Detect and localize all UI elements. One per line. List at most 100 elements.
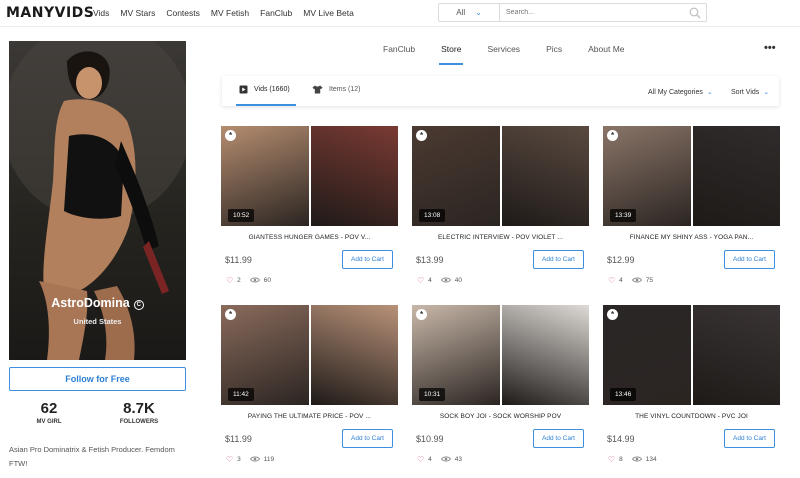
video-thumbnail[interactable]: * 10:52 xyxy=(221,126,398,226)
category-filter-value: All My Categories xyxy=(648,88,703,96)
tab-fanclub[interactable]: FanClub xyxy=(383,44,415,54)
video-card[interactable]: * 11:42 PAYING THE ULTIMATE PRICE - POV … xyxy=(221,305,398,464)
heart-icon[interactable]: ♡ xyxy=(608,276,615,285)
profile-name-text: AstroDomina xyxy=(51,296,130,310)
profile-photo[interactable]: AstroDomina C United States xyxy=(9,41,186,360)
heart-icon[interactable]: ♡ xyxy=(226,276,233,285)
video-card[interactable]: * 10:31 SOCK BOY JOI - SOCK WORSHIP POV … xyxy=(412,305,589,464)
video-title[interactable]: FINANCE MY SHINY ASS - YOGA PAN... xyxy=(603,234,780,241)
video-thumbnail[interactable]: * 13:46 xyxy=(603,305,780,405)
video-price: $12.99 xyxy=(607,255,635,265)
video-duration: 13:08 xyxy=(419,209,446,222)
tab-pics[interactable]: Pics xyxy=(546,44,562,54)
add-to-cart-button[interactable]: Add to Cart xyxy=(342,429,393,448)
search-button[interactable] xyxy=(684,4,706,21)
video-price: $10.99 xyxy=(416,434,444,444)
video-title[interactable]: SOCK BOY JOI - SOCK WORSHIP POV xyxy=(412,413,589,420)
top-nav: MANYVIDS Vids MV Stars Contests MV Fetis… xyxy=(0,0,800,27)
copyright-icon: C xyxy=(133,300,144,310)
stat-followers: 8.7K FOLLOWERS xyxy=(108,400,170,425)
like-count: 2 xyxy=(237,276,241,284)
add-to-cart-button[interactable]: Add to Cart xyxy=(724,429,775,448)
nav-mv-live[interactable]: MV Live Beta xyxy=(303,8,354,18)
stat-value: 62 xyxy=(40,400,58,417)
video-price: $13.99 xyxy=(416,255,444,265)
store-tab-vids[interactable]: Vids (1660) xyxy=(239,85,290,94)
add-to-cart-button[interactable]: Add to Cart xyxy=(342,250,393,269)
video-card[interactable]: * 10:52 GIANTESS HUNGER GAMES - POV V...… xyxy=(221,126,398,285)
video-price: $11.99 xyxy=(225,434,252,444)
video-stats: ♡ 4 43 xyxy=(412,454,589,464)
eye-icon xyxy=(631,277,642,283)
like-count: 4 xyxy=(428,455,432,463)
more-options-icon[interactable]: ••• xyxy=(764,42,776,54)
eye-icon xyxy=(249,277,260,283)
price-row: $13.99 Add to Cart xyxy=(412,250,589,270)
view-count: 43 xyxy=(454,455,463,463)
search-icon xyxy=(689,7,701,19)
heart-icon[interactable]: ♡ xyxy=(417,276,424,285)
store-subnav: Vids (1660) Items (12) All My Categories… xyxy=(222,76,779,106)
stat-mv-girl: 62 MV GIRL xyxy=(24,400,74,425)
nav-vids[interactable]: Vids xyxy=(93,8,109,18)
video-stats: ♡ 4 75 xyxy=(603,275,780,285)
video-thumbnail[interactable]: * 13:39 xyxy=(603,126,780,226)
video-stats: ♡ 4 40 xyxy=(412,275,589,285)
nav-mv-stars[interactable]: MV Stars xyxy=(120,8,155,18)
asterisk-badge-icon: * xyxy=(607,309,618,320)
video-title[interactable]: THE VINYL COUNTDOWN - PVC JOI xyxy=(603,413,780,420)
price-row: $11.99 Add to Cart xyxy=(221,429,398,449)
like-count: 3 xyxy=(237,455,241,463)
store-tab-underline xyxy=(236,104,296,106)
eye-icon xyxy=(440,456,451,462)
tab-services[interactable]: Services xyxy=(487,44,520,54)
main-nav: Vids MV Stars Contests MV Fetish FanClub… xyxy=(93,8,365,18)
asterisk-badge-icon: * xyxy=(225,130,236,141)
heart-icon[interactable]: ♡ xyxy=(608,455,615,464)
video-title[interactable]: GIANTESS HUNGER GAMES - POV V... xyxy=(221,234,398,241)
heart-icon[interactable]: ♡ xyxy=(226,455,233,464)
add-to-cart-button[interactable]: Add to Cart xyxy=(533,250,584,269)
like-count: 8 xyxy=(619,455,623,463)
video-duration: 13:46 xyxy=(610,388,637,401)
video-price: $14.99 xyxy=(607,434,635,444)
search-category-select[interactable]: All ⌄ xyxy=(439,4,500,21)
nav-fanclub[interactable]: FanClub xyxy=(260,8,292,18)
nav-mv-fetish[interactable]: MV Fetish xyxy=(211,8,249,18)
video-thumbnail[interactable]: * 11:42 xyxy=(221,305,398,405)
tab-store[interactable]: Store xyxy=(439,44,464,65)
store-tab-label: Vids (1660) xyxy=(254,86,290,93)
store-tab-items[interactable]: Items (12) xyxy=(312,85,361,94)
follow-button[interactable]: Follow for Free xyxy=(9,367,186,391)
video-title[interactable]: ELECTRIC INTERVIEW - POV VIOLET ... xyxy=(412,234,589,241)
view-count: 119 xyxy=(263,455,275,463)
asterisk-badge-icon: * xyxy=(416,309,427,320)
heart-icon[interactable]: ♡ xyxy=(417,455,424,464)
video-title[interactable]: PAYING THE ULTIMATE PRICE - POV ... xyxy=(221,413,398,420)
video-card[interactable]: * 13:08 ELECTRIC INTERVIEW - POV VIOLET … xyxy=(412,126,589,285)
search-bar: All ⌄ xyxy=(438,3,707,22)
video-card[interactable]: * 13:39 FINANCE MY SHINY ASS - YOGA PAN.… xyxy=(603,126,780,285)
chevron-down-icon: ⌄ xyxy=(706,89,713,96)
eye-icon xyxy=(440,277,451,283)
thumbnail-image-right xyxy=(310,126,398,226)
video-thumbnail[interactable]: * 13:08 xyxy=(412,126,589,226)
video-thumbnail[interactable]: * 10:31 xyxy=(412,305,589,405)
sort-dropdown[interactable]: Sort Vids ⌄ xyxy=(731,88,769,97)
search-input[interactable] xyxy=(500,4,684,21)
site-logo[interactable]: MANYVIDS xyxy=(6,5,94,21)
add-to-cart-button[interactable]: Add to Cart xyxy=(724,250,775,269)
tab-about-me[interactable]: About Me xyxy=(588,44,624,54)
thumbnail-image-right xyxy=(501,305,589,405)
thumbnail-image-right xyxy=(692,305,780,405)
shirt-icon xyxy=(312,85,323,94)
video-duration: 10:31 xyxy=(419,388,446,401)
category-filter-dropdown[interactable]: All My Categories ⌄ xyxy=(648,88,713,97)
like-count: 4 xyxy=(428,276,432,284)
video-card[interactable]: * 13:46 THE VINYL COUNTDOWN - PVC JOI $1… xyxy=(603,305,780,464)
price-row: $10.99 Add to Cart xyxy=(412,429,589,449)
nav-contests[interactable]: Contests xyxy=(166,8,200,18)
add-to-cart-button[interactable]: Add to Cart xyxy=(533,429,584,448)
thumbnail-image-right xyxy=(692,126,780,226)
thumbnail-image-right xyxy=(310,305,398,405)
